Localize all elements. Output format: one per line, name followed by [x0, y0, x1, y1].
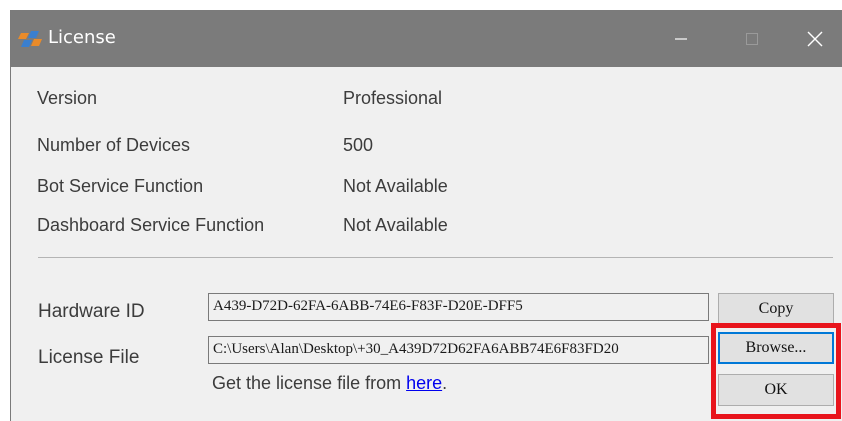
license-hint: Get the license file from here. [212, 373, 447, 394]
minimize-icon [675, 37, 687, 40]
hardware-id-label: Hardware ID [38, 301, 145, 322]
browse-button[interactable]: Browse... [718, 332, 834, 364]
maximize-button[interactable] [724, 10, 780, 67]
hardware-id-field[interactable]: A439-D72D-62FA-6ABB-74E6-F83F-D20E-DFF5 [208, 293, 709, 321]
license-file-label: License File [38, 347, 140, 368]
license-file-field[interactable]: C:\Users\Alan\Desktop\+30_A439D72D62FA6A… [208, 336, 709, 364]
devices-label: Number of Devices [37, 135, 191, 155]
bot-service-label: Bot Service Function [37, 176, 204, 196]
hint-suffix: . [442, 373, 448, 393]
version-value: Professional [343, 88, 443, 108]
devices-value: 500 [343, 135, 374, 155]
hint-text: Get the license file from [212, 373, 407, 393]
dashboard-service-label: Dashboard Service Function [37, 215, 265, 235]
bot-service-value: Not Available [343, 176, 448, 196]
close-button[interactable] [787, 10, 842, 67]
here-link[interactable]: here [406, 373, 442, 393]
window-title: License [48, 27, 116, 48]
title-bar[interactable]: License [11, 10, 842, 67]
section-divider [38, 257, 833, 258]
version-label: Version [37, 88, 98, 108]
dashboard-service-value: Not Available [343, 215, 448, 235]
app-logo-icon [18, 31, 42, 47]
license-dialog: License Version Professional Number of D… [10, 10, 842, 421]
copy-button[interactable]: Copy [718, 293, 834, 324]
ok-button[interactable]: OK [718, 374, 834, 406]
close-icon [807, 31, 823, 46]
minimize-button[interactable] [653, 10, 709, 67]
maximize-icon [746, 32, 758, 45]
